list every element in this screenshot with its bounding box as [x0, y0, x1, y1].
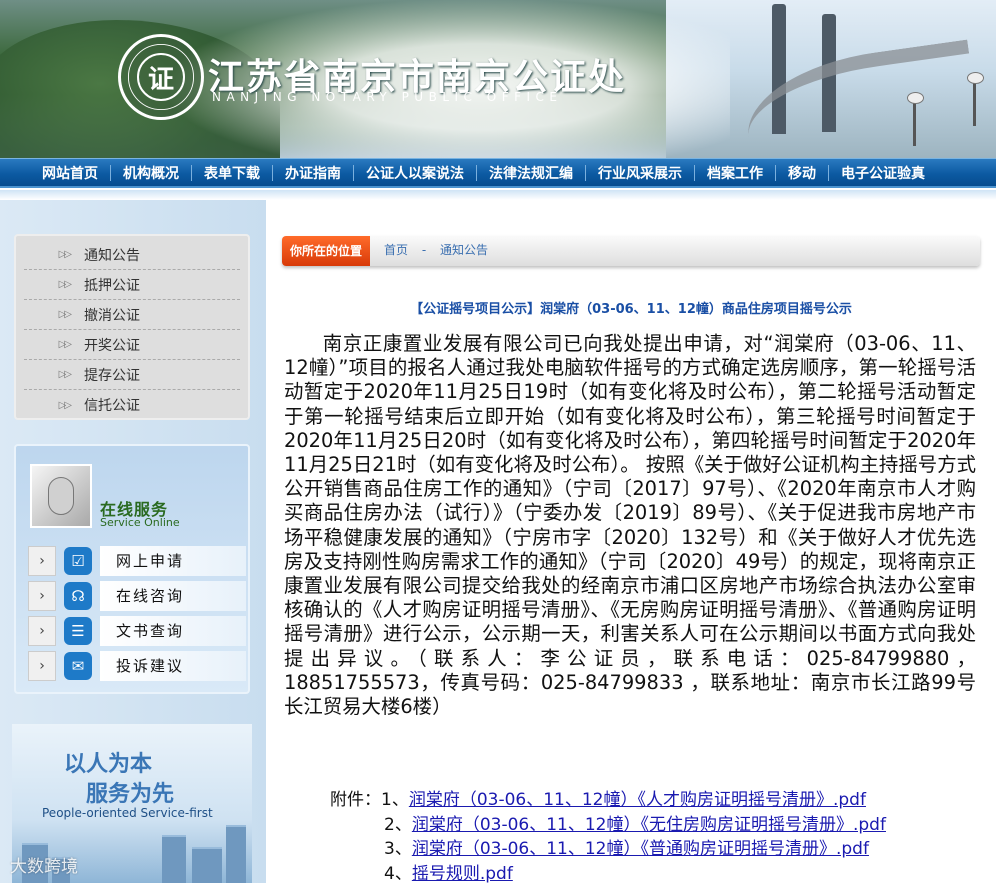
double-arrow-icon: ▷▷ [58, 309, 72, 320]
double-arrow-icon: ▷▷ [58, 369, 72, 380]
nav-item-forms[interactable]: 表单下载 [192, 163, 272, 183]
sidebar-item-label: 抵押公证 [84, 277, 140, 294]
main-nav: 网站首页 机构概况 表单下载 办证指南 公证人以案说法 法律法规汇编 行业风采展… [0, 158, 996, 188]
slogan-line-1: 以人为本 [64, 752, 153, 777]
nav-item-mobile[interactable]: 移动 [776, 163, 828, 183]
double-arrow-icon: ▷▷ [58, 339, 72, 350]
sidebar-item-label: 信托公证 [84, 398, 140, 414]
mouse-photo [30, 464, 92, 528]
building-silhouette [162, 835, 186, 883]
breadcrumb-tag: 你所在的位置 [282, 236, 370, 266]
attachment-row: 4、摇号规则.pdf [330, 862, 990, 883]
sidebar-item-label: 撤消公证 [84, 307, 140, 324]
headset-icon: ☊ [64, 582, 92, 610]
checklist-icon: ☑ [64, 547, 92, 575]
notary-seal-logo: 证 [118, 34, 204, 120]
street-lamp [907, 92, 924, 146]
attachment-link[interactable]: 润棠府（03-06、11、12幢）《无住房购房证明摇号清册》.pdf [412, 815, 886, 835]
service-online-consult[interactable]: › ☊ 在线咨询 [28, 581, 246, 611]
attachment-link[interactable]: 摇号规则.pdf [412, 864, 513, 883]
attachment-row: 3、润棠府（03-06、11、12幢）《普通购房证明摇号清册》.pdf [330, 837, 990, 862]
sidebar-item-trust[interactable]: ▷▷ 信托公证 [24, 390, 240, 420]
nav-item-laws[interactable]: 法律法规汇编 [477, 163, 585, 183]
service-document-query[interactable]: › ☰ 文书查询 [28, 616, 246, 646]
breadcrumb-links: 首页 - 通知公告 [384, 236, 498, 264]
attachment-row: 2、润棠府（03-06、11、12幢）《无住房购房证明摇号清册》.pdf [330, 813, 990, 838]
attachments-label: 附件： [330, 790, 381, 810]
sidebar-item-mortgage[interactable]: ▷▷ 抵押公证 [24, 270, 240, 300]
chevron-right-icon: › [28, 616, 56, 646]
attachments: 附件：1、润棠府（03-06、11、12幢）《人才购房证明摇号清册》.pdf 2… [330, 788, 990, 883]
building-silhouette [226, 825, 246, 883]
service-complaints[interactable]: › ✉ 投诉建议 [28, 651, 246, 681]
article-title: 【公证摇号项目公示】润棠府（03-06、11、12幢）商品住房项目摇号公示 [410, 302, 852, 317]
service-label: 在线咨询 [100, 581, 246, 611]
nav-item-archives[interactable]: 档案工作 [695, 163, 775, 183]
online-service-panel: 在线服务 Service Online › ☑ 网上申请 › ☊ 在线咨询 › … [14, 444, 250, 694]
sidebar-item-escrow[interactable]: ▷▷ 提存公证 [24, 360, 240, 390]
nav-item-showcase[interactable]: 行业风采展示 [586, 163, 694, 183]
article-body: 南京正康置业发展有限公司已向我处提出申请，对“润棠府（03-06、11、12幢）… [284, 332, 976, 719]
breadcrumb-home-link[interactable]: 首页 [384, 243, 408, 257]
nav-shadow [0, 190, 996, 200]
header-banner: 证 江苏省南京市南京公证处 NANJING NOTARY PUBLIC OFFI… [0, 0, 996, 158]
nav-item-guide[interactable]: 办证指南 [273, 163, 353, 183]
chat-bubble-icon: ✉ [64, 652, 92, 680]
double-arrow-icon: ▷▷ [58, 249, 72, 260]
sidebar-menu: ▷▷ 通知公告 ▷▷ 抵押公证 ▷▷ 撤消公证 ▷▷ 开奖公证 ▷▷ 提存公证 … [14, 234, 250, 420]
sidebar-item-notices[interactable]: ▷▷ 通知公告 [24, 240, 240, 270]
breadcrumb-current-link[interactable]: 通知公告 [440, 243, 488, 257]
sidebar-item-label: 通知公告 [84, 247, 140, 264]
building-silhouette [192, 847, 222, 883]
street-lamp [967, 72, 984, 126]
breadcrumb-separator: - [421, 243, 427, 257]
slogan-line-2: 服务为先 [86, 782, 175, 807]
chevron-right-icon: › [28, 581, 56, 611]
slogan-line-3: People-oriented Service-first [42, 806, 213, 820]
document-list-icon: ☰ [64, 617, 92, 645]
nav-item-home[interactable]: 网站首页 [30, 163, 110, 183]
mouse-icon [48, 477, 74, 515]
attachment-row: 附件：1、润棠府（03-06、11、12幢）《人才购房证明摇号清册》.pdf [330, 788, 990, 813]
nav-item-cases[interactable]: 公证人以案说法 [354, 163, 476, 183]
double-arrow-icon: ▷▷ [58, 279, 72, 290]
sidebar-item-label: 提存公证 [84, 367, 140, 384]
chevron-right-icon: › [28, 651, 56, 681]
watermark: 大数跨境 [10, 857, 78, 877]
sidebar-item-revocation[interactable]: ▷▷ 撤消公证 [24, 300, 240, 330]
service-label: 文书查询 [100, 616, 246, 646]
double-arrow-icon: ▷▷ [58, 399, 72, 411]
site-subtitle: NANJING NOTARY PUBLIC OFFICE [212, 90, 563, 104]
attachment-number: 1、 [381, 790, 409, 810]
attachment-link[interactable]: 润棠府（03-06、11、12幢）《人才购房证明摇号清册》.pdf [409, 790, 866, 810]
breadcrumb: 你所在的位置 首页 - 通知公告 [282, 236, 980, 266]
service-online-apply[interactable]: › ☑ 网上申请 [28, 546, 246, 576]
chevron-right-icon: › [28, 546, 56, 576]
attachment-number: 4、 [384, 863, 412, 883]
service-label: 投诉建议 [100, 651, 246, 681]
sidebar-item-label: 开奖公证 [84, 337, 140, 354]
service-label: 网上申请 [100, 546, 246, 576]
nav-item-verify[interactable]: 电子公证验真 [829, 163, 937, 183]
attachment-number: 3、 [384, 839, 412, 859]
sidebar-item-lottery[interactable]: ▷▷ 开奖公证 [24, 330, 240, 360]
nav-item-about[interactable]: 机构概况 [111, 163, 191, 183]
service-subtitle: Service Online [100, 516, 180, 529]
attachment-link[interactable]: 润棠府（03-06、11、12幢）《普通购房证明摇号清册》.pdf [412, 839, 869, 859]
seal-ring-graphic [127, 43, 195, 111]
attachment-number: 2、 [384, 814, 412, 835]
